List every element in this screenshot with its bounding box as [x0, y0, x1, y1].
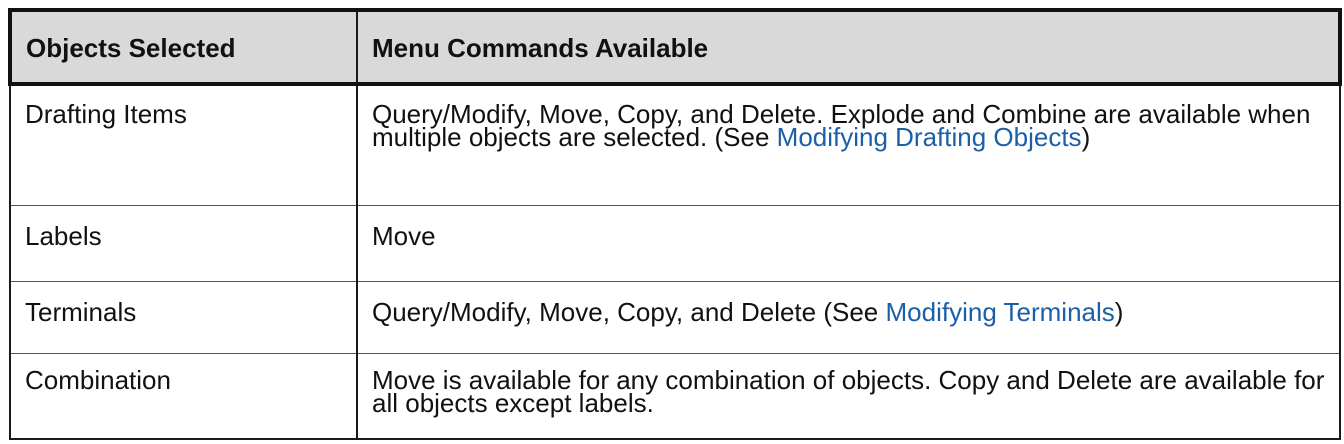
commands-cell: Query/Modify, Move, Copy, and Delete (Se… — [356, 281, 1341, 355]
table-row: Labels Move — [9, 205, 1341, 283]
header-menu-commands: Menu Commands Available — [356, 8, 1342, 86]
commands-table: Objects Selected Menu Commands Available… — [8, 8, 1342, 441]
commands-text-suffix: ) — [1081, 122, 1091, 152]
object-cell: Combination — [9, 353, 358, 441]
table-body: Drafting Items Query/Modify, Move, Copy,… — [9, 84, 1341, 441]
object-cell: Drafting Items — [9, 84, 358, 206]
object-cell: Labels — [9, 205, 358, 283]
commands-text: Move — [372, 220, 436, 251]
commands-text: Move is available for any combination of… — [372, 365, 1325, 419]
modifying-terminals-link[interactable]: Modifying Terminals — [886, 297, 1115, 327]
commands-cell: Query/Modify, Move, Copy, and Delete. Ex… — [356, 84, 1341, 206]
object-cell: Terminals — [9, 281, 358, 355]
table-row: Combination Move is available for any co… — [9, 353, 1341, 441]
table-row: Drafting Items Query/Modify, Move, Copy,… — [9, 84, 1341, 206]
modifying-drafting-objects-link[interactable]: Modifying Drafting Objects — [777, 122, 1082, 152]
header-objects-selected: Objects Selected — [8, 8, 358, 86]
commands-text: Query/Modify, Move, Copy, and Delete (Se… — [372, 297, 886, 328]
table-header: Objects Selected Menu Commands Available — [8, 8, 1342, 86]
header-row: Objects Selected Menu Commands Available — [8, 8, 1342, 86]
table-row: Terminals Query/Modify, Move, Copy, and … — [9, 281, 1341, 355]
commands-text-suffix: ) — [1114, 297, 1124, 328]
commands-cell: Move is available for any combination of… — [356, 353, 1341, 441]
commands-cell: Move — [356, 205, 1341, 283]
